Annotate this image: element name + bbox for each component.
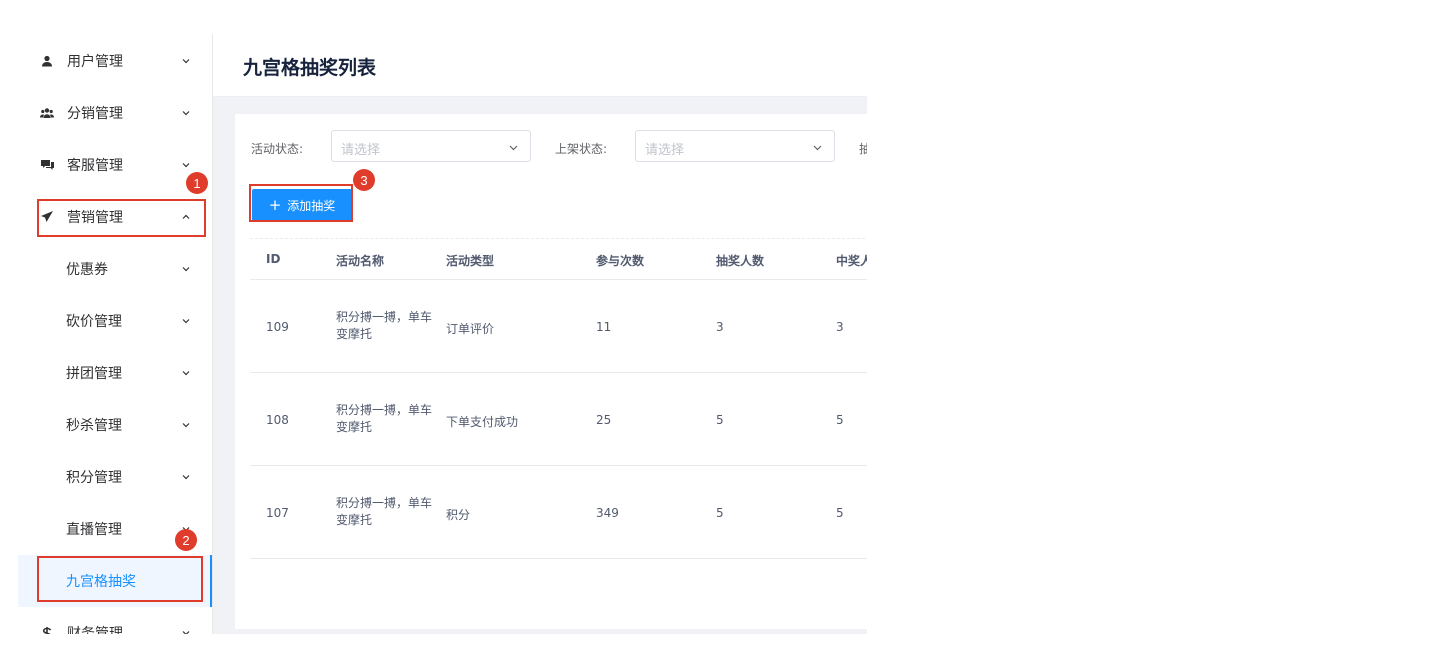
step-badge-3: 3: [353, 169, 375, 191]
table-row[interactable]: 107 积分搏一搏，单车变摩托 积分 349 5 5: [250, 466, 867, 559]
cell-id: 109: [266, 320, 289, 334]
step-badge-2: 2: [175, 529, 197, 551]
highlight-lottery: [37, 556, 203, 602]
chevron-down-icon: [509, 145, 518, 151]
cell-name: 积分搏一搏，单车变摩托: [336, 310, 433, 341]
column-header-id: ID: [266, 252, 281, 266]
cell-type: 下单支付成功: [446, 415, 519, 429]
sidebar-item-label: 拼团管理: [66, 366, 122, 382]
sidebar-item-points[interactable]: 积分管理: [18, 451, 212, 503]
highlight-add-button: [249, 184, 353, 222]
main-content: 九宫格抽奖列表 活动状态: 请选择 上架状态: 请选择 抽 + 添加抽奖 ID …: [213, 34, 867, 634]
cell-winners: 5: [836, 506, 844, 520]
sidebar-item-customer-service[interactable]: 客服管理: [18, 139, 212, 191]
column-header-participations: 参与次数: [596, 254, 645, 268]
cell-participations: 349: [596, 506, 619, 520]
table-row[interactable]: 108 积分搏一搏，单车变摩托 下单支付成功 25 5 5: [250, 373, 867, 466]
chevron-down-icon: [182, 163, 190, 168]
sidebar-item-label: 客服管理: [67, 158, 123, 174]
truncated-filter-label: 抽: [859, 142, 867, 156]
sidebar-item-label: 砍价管理: [66, 314, 122, 330]
cell-name: 积分搏一搏，单车变摩托: [336, 496, 433, 527]
column-header-type: 活动类型: [446, 254, 495, 268]
column-header-winners: 中奖人: [836, 254, 867, 268]
cell-type: 积分: [446, 508, 471, 522]
cell-draw-count: 3: [716, 320, 724, 334]
step-badge-1: 1: [186, 172, 208, 194]
chevron-down-icon: [182, 475, 190, 480]
select-placeholder: 请选择: [645, 143, 685, 158]
cell-participations: 25: [596, 413, 612, 427]
column-header-name: 活动名称: [336, 254, 385, 268]
cell-id: 108: [266, 413, 289, 427]
cell-winners: 5: [836, 413, 844, 427]
sidebar-item-label: 积分管理: [66, 470, 122, 486]
sidebar-item-label: 秒杀管理: [66, 418, 122, 434]
chevron-down-icon: [182, 631, 190, 634]
sidebar-item-label: 财务管理: [67, 626, 123, 634]
select-placeholder: 请选择: [341, 143, 381, 158]
chevron-down-icon: [182, 267, 190, 272]
dollar-icon: [40, 626, 54, 634]
sidebar-item-label: 直播管理: [66, 522, 122, 538]
sidebar-item-flash-sale[interactable]: 秒杀管理: [18, 399, 212, 451]
chevron-down-icon: [182, 319, 190, 324]
sidebar-item-finance[interactable]: 财务管理: [18, 607, 212, 634]
cell-participations: 11: [596, 320, 612, 334]
cell-id: 107: [266, 506, 289, 520]
cell-name: 积分搏一搏，单车变摩托: [336, 403, 433, 434]
chevron-down-icon: [182, 371, 190, 376]
sidebar-item-label: 优惠券: [66, 262, 108, 278]
chevron-down-icon: [182, 59, 190, 64]
cell-draw-count: 5: [716, 413, 724, 427]
sidebar-item-coupons[interactable]: 优惠券: [18, 243, 212, 295]
users-icon: [40, 106, 54, 120]
chevron-down-icon: [813, 145, 822, 151]
user-icon: [40, 54, 54, 68]
sidebar-item-distribution[interactable]: 分销管理: [18, 87, 212, 139]
cell-draw-count: 5: [716, 506, 724, 520]
sidebar-item-label: 分销管理: [67, 106, 123, 122]
page-header: 九宫格抽奖列表: [213, 34, 867, 97]
activity-status-select[interactable]: 请选择: [331, 130, 531, 162]
shelf-status-select[interactable]: 请选择: [635, 130, 835, 162]
chat-icon: [40, 158, 54, 172]
sidebar-item-label: 用户管理: [67, 54, 123, 70]
table-row[interactable]: 109 积分搏一搏，单车变摩托 订单评价 11 3 3: [250, 280, 867, 373]
table-header: ID 活动名称 活动类型 参与次数 抽奖人数 中奖人: [250, 239, 867, 280]
page-title: 九宫格抽奖列表: [243, 57, 377, 79]
chevron-down-icon: [182, 111, 190, 116]
highlight-marketing: [37, 199, 206, 237]
cell-winners: 3: [836, 320, 844, 334]
sidebar-item-user-management[interactable]: 用户管理: [18, 35, 212, 87]
shelf-status-label: 上架状态:: [555, 142, 608, 156]
sidebar-item-group-buy[interactable]: 拼团管理: [18, 347, 212, 399]
cell-type: 订单评价: [446, 322, 495, 336]
column-header-draw-count: 抽奖人数: [716, 254, 765, 268]
sidebar-item-bargain[interactable]: 砍价管理: [18, 295, 212, 347]
activity-status-label: 活动状态:: [251, 142, 304, 156]
chevron-down-icon: [182, 423, 190, 428]
